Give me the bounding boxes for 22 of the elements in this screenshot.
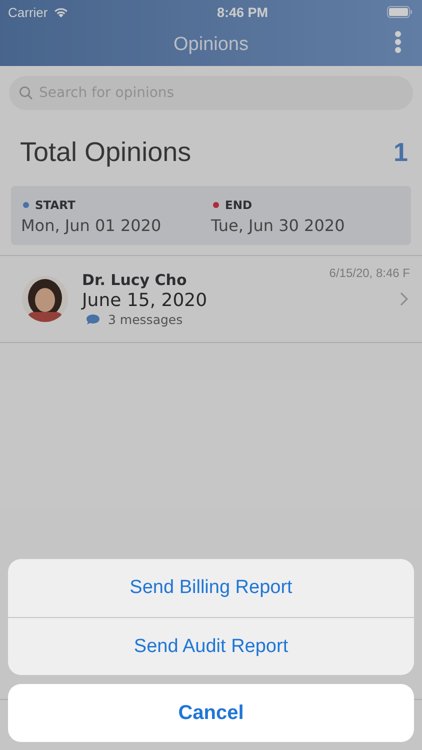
carrier-label: Carrier — [8, 4, 48, 20]
range-label: END — [225, 198, 252, 212]
cancel-button[interactable]: Cancel — [8, 684, 414, 742]
more-options-icon[interactable] — [394, 30, 402, 54]
action-button[interactable]: Send Billing Report — [8, 559, 414, 617]
range-date: Mon, Jun 01 2020 — [21, 216, 162, 235]
total-count: 1 — [394, 136, 408, 168]
timestamp: 6/15/20, 8:46 F — [329, 266, 410, 280]
doctor-name: Dr. Lucy Cho — [82, 271, 188, 289]
range-label: START — [35, 198, 76, 212]
screen-title: Opinions — [174, 34, 248, 56]
chat-bubble-icon — [86, 314, 100, 325]
search-icon — [19, 86, 33, 100]
status-time: 8:46 PM — [216, 4, 268, 20]
chevron-right-icon — [400, 292, 408, 306]
opinion-date: June 15, 2020 — [82, 290, 208, 311]
range-date: Tue, Jun 30 2020 — [211, 216, 346, 235]
total-label: Total Opinions — [20, 136, 192, 168]
opinion-row[interactable]: Dr. Lucy Cho June 15, 2020 3 messages 6/15/20, 8:46 F — [0, 255, 422, 343]
message-count: 3 messages — [108, 312, 183, 327]
action-button[interactable]: Send Audit Report — [8, 617, 414, 675]
wifi-icon — [52, 6, 69, 18]
